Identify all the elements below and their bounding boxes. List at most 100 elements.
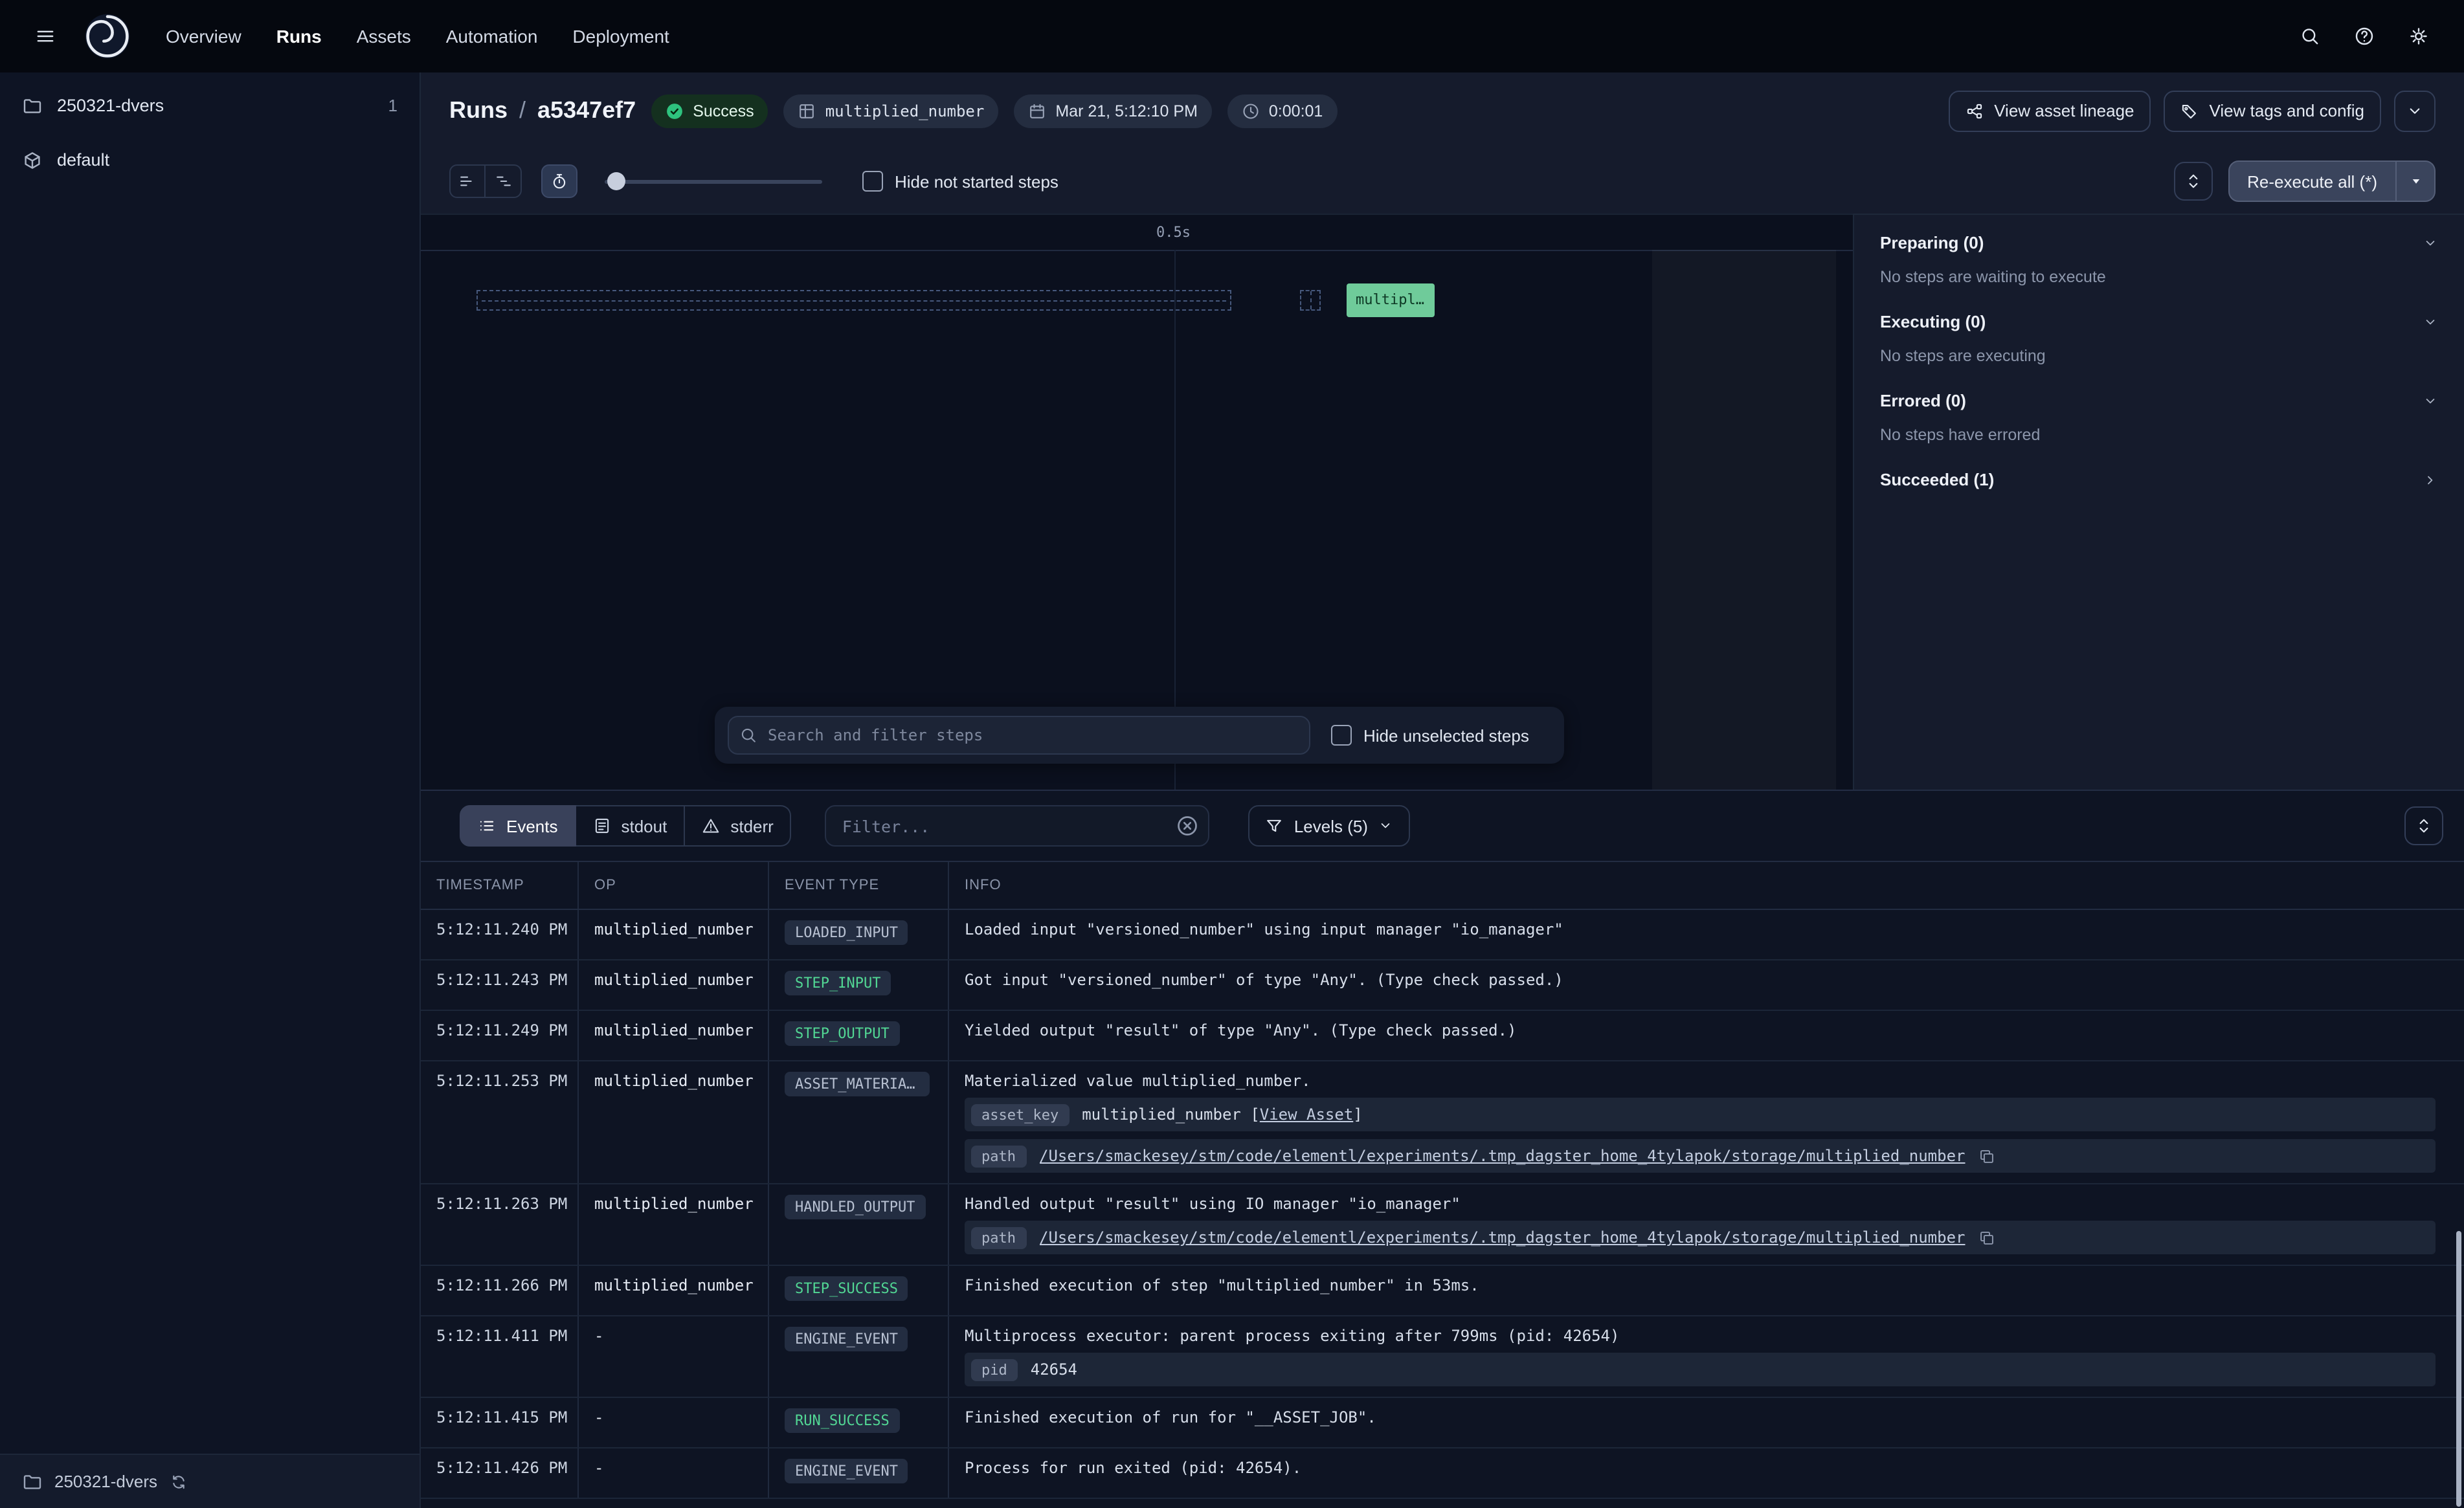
- copy-button[interactable]: [1978, 1148, 1995, 1164]
- event-info: Got input "versioned_number" of type "An…: [949, 960, 2464, 1010]
- event-type-badge: STEP_INPUT: [785, 971, 891, 995]
- panel-preparing-body: No steps are waiting to execute: [1880, 268, 2438, 290]
- nav-item-automation[interactable]: Automation: [446, 26, 538, 47]
- nav-item-overview[interactable]: Overview: [166, 26, 241, 47]
- copy-button[interactable]: [1978, 1229, 1995, 1246]
- gantt-waterfall-view-button[interactable]: [486, 164, 522, 198]
- event-type-cell: LOADED_INPUT: [769, 910, 949, 959]
- panel-preparing-header[interactable]: Preparing (0): [1880, 233, 2438, 252]
- folder-icon: [22, 1471, 43, 1492]
- asset-group-icon: [22, 150, 43, 170]
- run-timestamp: Mar 21, 5:12:10 PM: [1014, 94, 1212, 128]
- run-actions-dropdown-button[interactable]: [2394, 90, 2436, 131]
- log-tabs: Events stdout stderr: [460, 805, 792, 847]
- metadata-row: path/Users/smackesey/stm/code/elementl/e…: [965, 1139, 2436, 1173]
- event-op: multiplied_number: [579, 1266, 769, 1315]
- expand-collapse-button[interactable]: [2173, 162, 2212, 201]
- menu-button[interactable]: [23, 14, 67, 58]
- gantt-waiting-marker: [1300, 290, 1321, 311]
- topnav-actions: [2288, 14, 2441, 58]
- hide-not-started-checkbox[interactable]: [862, 171, 883, 192]
- help-button[interactable]: [2342, 14, 2386, 58]
- metadata-key: path: [971, 1226, 1026, 1248]
- help-icon: [2354, 26, 2375, 47]
- funnel-icon: [1266, 817, 1284, 835]
- view-asset-lineage-button[interactable]: View asset lineage: [1949, 90, 2151, 131]
- tab-stderr-label: stderr: [730, 816, 773, 836]
- panel-errored-body: No steps have errored: [1880, 426, 2438, 448]
- event-row[interactable]: 5:12:11.415 PM-RUN_SUCCESSFinished execu…: [421, 1398, 2464, 1448]
- sidebar-item-default[interactable]: default: [0, 139, 420, 181]
- panel-succeeded-header[interactable]: Succeeded (1): [1880, 470, 2438, 489]
- event-row[interactable]: 5:12:11.263 PMmultiplied_numberHANDLED_O…: [421, 1184, 2464, 1266]
- page-title: Runs / a5347ef7: [449, 97, 636, 124]
- calendar-icon: [1028, 102, 1046, 120]
- view-asset-link[interactable]: View Asset: [1260, 1105, 1354, 1124]
- metadata-row: path/Users/smackesey/stm/code/elementl/e…: [965, 1221, 2436, 1254]
- log-filter-input[interactable]: [825, 805, 1210, 847]
- nav-item-assets[interactable]: Assets: [357, 26, 411, 47]
- sync-icon[interactable]: [169, 1472, 187, 1491]
- reexecute-dropdown-button[interactable]: [2395, 162, 2434, 201]
- events-expand-button[interactable]: [2404, 806, 2443, 845]
- event-row[interactable]: 5:12:11.249 PMmultiplied_numberSTEP_OUTP…: [421, 1011, 2464, 1061]
- view-tags-config-button[interactable]: View tags and config: [2164, 90, 2381, 131]
- gantt-chart[interactable]: 0.5s multiplied_number Hide unselected s…: [421, 214, 1853, 790]
- header-actions: View asset lineage View tags and config: [1949, 90, 2436, 131]
- gantt-timed-view-button[interactable]: [541, 164, 577, 198]
- warning-icon: [702, 817, 720, 835]
- event-row[interactable]: 5:12:11.266 PMmultiplied_numberSTEP_SUCC…: [421, 1266, 2464, 1316]
- copy-icon: [1978, 1229, 1995, 1246]
- settings-button[interactable]: [2397, 14, 2441, 58]
- slider-handle[interactable]: [607, 172, 625, 190]
- search-button[interactable]: [2288, 14, 2332, 58]
- clear-icon: [1176, 814, 1200, 837]
- filter-clear-button[interactable]: [1176, 814, 1200, 837]
- tab-stdout[interactable]: stdout: [576, 805, 686, 847]
- tab-events[interactable]: Events: [460, 805, 576, 847]
- event-row[interactable]: 5:12:11.240 PMmultiplied_numberLOADED_IN…: [421, 910, 2464, 960]
- nav-item-runs[interactable]: Runs: [276, 26, 322, 47]
- column-info: INFO: [949, 862, 2464, 909]
- sidebar-item-code-location[interactable]: 250321-dvers 1: [0, 84, 420, 127]
- event-message: Yielded output "result" of type "Any". (…: [965, 1021, 2448, 1039]
- panel-section-executing: Executing (0) No steps are executing: [1854, 294, 2464, 373]
- panel-section-succeeded: Succeeded (1): [1854, 452, 2464, 493]
- panel-errored-header[interactable]: Errored (0): [1880, 391, 2438, 410]
- event-row[interactable]: 5:12:11.243 PMmultiplied_numberSTEP_INPU…: [421, 960, 2464, 1011]
- asset-tag-label: multiplied_number: [825, 102, 985, 120]
- event-row[interactable]: 5:12:11.253 PMmultiplied_numberASSET_MAT…: [421, 1061, 2464, 1184]
- asset-tag[interactable]: multiplied_number: [784, 94, 999, 128]
- tab-stderr[interactable]: stderr: [685, 805, 791, 847]
- slider-track: [605, 180, 822, 184]
- panel-executing-header[interactable]: Executing (0): [1880, 312, 2438, 331]
- event-row[interactable]: 5:12:11.426 PM-ENGINE_EVENTProcess for r…: [421, 1448, 2464, 1499]
- gantt-search-overlay: Hide unselected steps: [715, 707, 1564, 764]
- gantt-ruler: [421, 250, 1853, 251]
- metadata-path-link[interactable]: /Users/smackesey/stm/code/elementl/exper…: [1039, 1147, 1966, 1165]
- metadata-value: multiplied_number [View Asset]: [1082, 1105, 1363, 1124]
- sidebar-footer[interactable]: 250321-dvers: [0, 1454, 420, 1508]
- reexecute-all-button[interactable]: Re-execute all (*): [2229, 162, 2395, 201]
- events-scrollbar-thumb[interactable]: [2456, 1231, 2461, 1507]
- metadata-path-link[interactable]: /Users/smackesey/stm/code/elementl/exper…: [1039, 1228, 1966, 1247]
- event-type-cell: STEP_OUTPUT: [769, 1011, 949, 1060]
- dagster-logo[interactable]: [83, 12, 132, 61]
- breadcrumb-runs[interactable]: Runs: [449, 97, 508, 124]
- event-row[interactable]: 5:12:11.411 PM-ENGINE_EVENTMultiprocess …: [421, 1316, 2464, 1398]
- event-info: Process for run exited (pid: 42654).: [949, 1448, 2464, 1498]
- nav-item-deployment[interactable]: Deployment: [572, 26, 669, 47]
- gantt-flat-view-button[interactable]: [449, 164, 486, 198]
- metadata-value: 42654: [1031, 1360, 1077, 1379]
- panel-preparing-title: Preparing (0): [1880, 233, 1984, 252]
- event-message: Handled output "result" using IO manager…: [965, 1195, 2448, 1213]
- levels-filter-button[interactable]: Levels (5): [1249, 805, 1411, 847]
- event-timestamp: 5:12:11.415 PM: [421, 1398, 579, 1447]
- column-timestamp: TIMESTAMP: [421, 862, 579, 909]
- event-op: -: [579, 1448, 769, 1498]
- hide-unselected-checkbox[interactable]: [1331, 725, 1352, 746]
- event-type-badge: STEP_OUTPUT: [785, 1021, 900, 1046]
- step-search-input[interactable]: [728, 716, 1310, 755]
- event-type-badge: STEP_SUCCESS: [785, 1276, 908, 1301]
- gantt-step-multiplied-number[interactable]: multiplied_number: [1347, 283, 1435, 317]
